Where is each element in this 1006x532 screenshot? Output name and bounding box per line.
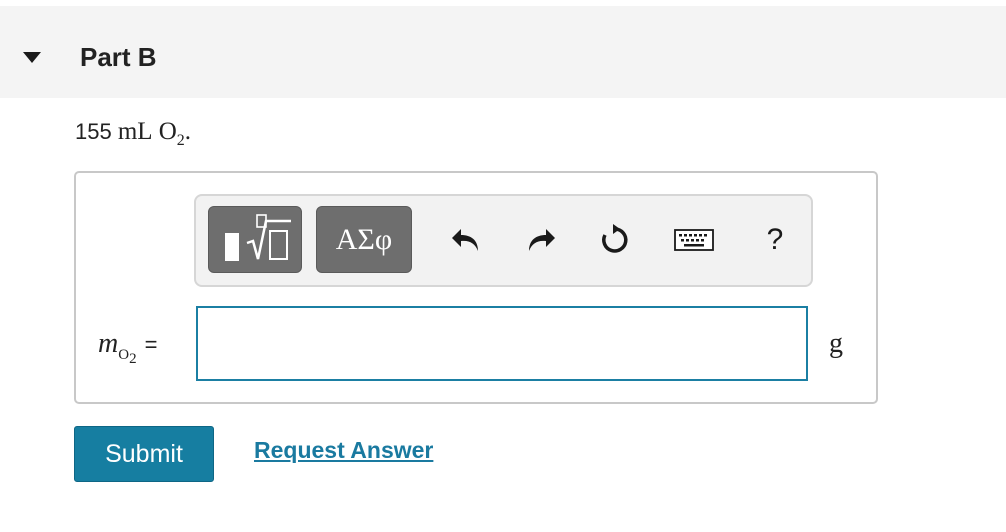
reset-icon[interactable]	[593, 218, 637, 262]
problem-unit: mL	[117, 118, 153, 145]
help-icon[interactable]: ?	[753, 218, 797, 262]
answer-unit: g	[829, 328, 843, 359]
part-title: Part B	[80, 42, 157, 72]
problem-statement: 155 mL O2.	[75, 118, 191, 150]
math-toolbar: ΑΣφ ?	[194, 194, 813, 287]
answer-input[interactable]	[196, 306, 808, 381]
submit-button[interactable]: Submit	[74, 426, 214, 482]
undo-icon[interactable]	[444, 218, 488, 262]
part-header[interactable]: Part B	[0, 6, 1006, 98]
templates-icon	[225, 214, 291, 261]
variable-subscript: O	[118, 346, 130, 363]
variable-subscript-number: 2	[129, 350, 137, 367]
symbols-button[interactable]: ΑΣφ	[316, 206, 412, 273]
variable-symbol: m	[98, 328, 119, 359]
collapse-caret-icon[interactable]	[23, 52, 41, 63]
problem-period: .	[184, 118, 191, 145]
problem-quantity: 155	[75, 119, 112, 144]
symbols-label: ΑΣφ	[335, 222, 393, 256]
answer-variable-label: mO2 =	[98, 328, 157, 368]
templates-button[interactable]	[208, 206, 302, 273]
redo-icon[interactable]	[519, 218, 563, 262]
problem-species: O2	[158, 118, 185, 149]
equals-sign: =	[144, 332, 158, 357]
request-answer-link[interactable]: Request Answer	[254, 437, 433, 464]
keyboard-icon[interactable]	[667, 218, 721, 262]
